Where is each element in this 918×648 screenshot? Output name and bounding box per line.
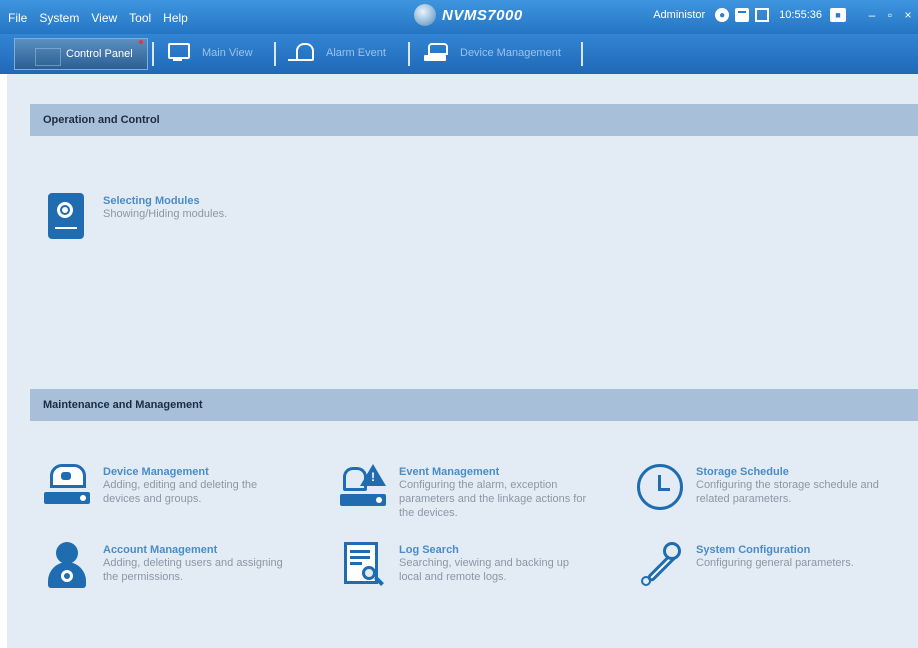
- module-selecting-modules[interactable]: Selecting Modules Showing/Hiding modules…: [44, 193, 227, 239]
- app-title: NVMS7000: [414, 4, 523, 26]
- event-management-icon: [340, 464, 386, 510]
- menu-help[interactable]: Help: [159, 11, 192, 25]
- module-account-management[interactable]: Account Management Adding, deleting user…: [44, 542, 283, 588]
- item-desc: Showing/Hiding modules.: [103, 208, 228, 220]
- module-device-management[interactable]: Device Management Adding, editing and de…: [44, 464, 257, 510]
- item-desc: Configuring the alarm, exception: [399, 479, 558, 491]
- menu-view[interactable]: View: [87, 11, 121, 25]
- menu-tool[interactable]: Tool: [125, 11, 155, 25]
- tab-device-management[interactable]: Device Management: [426, 38, 561, 68]
- maximize-button[interactable]: ▫: [884, 8, 896, 22]
- tab-separator: [408, 42, 410, 66]
- section-header-operation: Operation and Control: [30, 104, 918, 136]
- module-log-search[interactable]: Log Search Searching, viewing and backin…: [340, 542, 569, 588]
- clock-icon: [637, 464, 683, 510]
- item-desc: Configuring the storage schedule and: [696, 479, 879, 491]
- lock-icon[interactable]: ■: [830, 8, 846, 22]
- wrench-icon: [637, 542, 683, 588]
- item-desc: Adding, deleting users and assigning: [103, 557, 283, 569]
- item-desc: related parameters.: [696, 493, 792, 505]
- tab-separator: [274, 42, 276, 66]
- tab-label: Main View: [202, 47, 253, 59]
- section-title: Maintenance and Management: [43, 399, 203, 411]
- current-user: Administor: [653, 9, 706, 21]
- device-icon: [426, 43, 448, 63]
- control-panel-icon: [35, 48, 61, 66]
- control-panel: Operation and Control Selecting Modules …: [7, 74, 918, 648]
- item-title: Event Management: [399, 466, 500, 478]
- tab-indicator-dot: [139, 40, 143, 44]
- module-storage-schedule[interactable]: Storage Schedule Configuring the storage…: [637, 464, 879, 510]
- item-desc: the devices.: [399, 507, 458, 519]
- content-area: Operation and Control Selecting Modules …: [0, 74, 918, 648]
- title-bar: File System View Tool Help NVMS7000 Admi…: [0, 0, 918, 34]
- network-icon[interactable]: ●: [715, 8, 730, 22]
- module-tab-bar: Control Panel Main View Alarm Event Devi…: [0, 34, 918, 74]
- globe-logo-icon: [414, 4, 436, 26]
- item-title: Log Search: [399, 544, 459, 556]
- tab-alarm-event[interactable]: Alarm Event: [292, 38, 386, 68]
- tab-label: Control Panel: [66, 48, 133, 60]
- section-header-maintenance: Maintenance and Management: [30, 389, 918, 421]
- clock-time: 10:55:36: [779, 9, 822, 21]
- tab-main-view[interactable]: Main View: [168, 38, 253, 68]
- menu-bar: File System View Tool Help: [4, 11, 196, 25]
- calendar-icon[interactable]: [735, 8, 750, 22]
- tab-control-panel[interactable]: Control Panel: [14, 38, 148, 70]
- item-title: Selecting Modules: [103, 195, 200, 207]
- item-title: Storage Schedule: [696, 466, 789, 478]
- item-desc: Adding, editing and deleting the: [103, 479, 258, 491]
- menu-file[interactable]: File: [4, 11, 31, 25]
- item-desc: devices and groups.: [103, 493, 202, 505]
- module-event-management[interactable]: Event Management Configuring the alarm, …: [340, 464, 586, 520]
- tab-label: Alarm Event: [326, 47, 386, 59]
- item-title: Account Management: [103, 544, 218, 556]
- item-title: System Configuration: [696, 544, 811, 556]
- device-management-icon: [44, 464, 90, 510]
- monitor-icon: [168, 43, 190, 63]
- tab-separator: [581, 42, 583, 66]
- status-area: Administor ● 10:55:36 ■ – ▫ ×: [653, 8, 914, 22]
- item-desc: parameters and the linkage actions for: [399, 493, 587, 505]
- app-name: NVMS7000: [442, 6, 523, 24]
- item-desc: the permissions.: [103, 571, 184, 583]
- module-icon: [44, 193, 90, 239]
- menu-system[interactable]: System: [35, 11, 83, 25]
- tab-separator: [152, 42, 154, 66]
- bell-icon: [292, 43, 314, 63]
- minimize-button[interactable]: –: [866, 8, 878, 22]
- module-system-configuration[interactable]: System Configuration Configuring general…: [637, 542, 854, 588]
- item-desc: local and remote logs.: [399, 571, 507, 583]
- item-desc: Searching, viewing and backing up: [399, 557, 570, 569]
- cpu-icon[interactable]: [755, 8, 770, 22]
- log-search-icon: [340, 542, 386, 588]
- section-title: Operation and Control: [43, 114, 160, 126]
- close-button[interactable]: ×: [902, 8, 914, 22]
- item-desc: Configuring general parameters.: [696, 557, 854, 569]
- account-icon: [44, 542, 90, 588]
- item-title: Device Management: [103, 466, 209, 478]
- tab-label: Device Management: [460, 47, 561, 59]
